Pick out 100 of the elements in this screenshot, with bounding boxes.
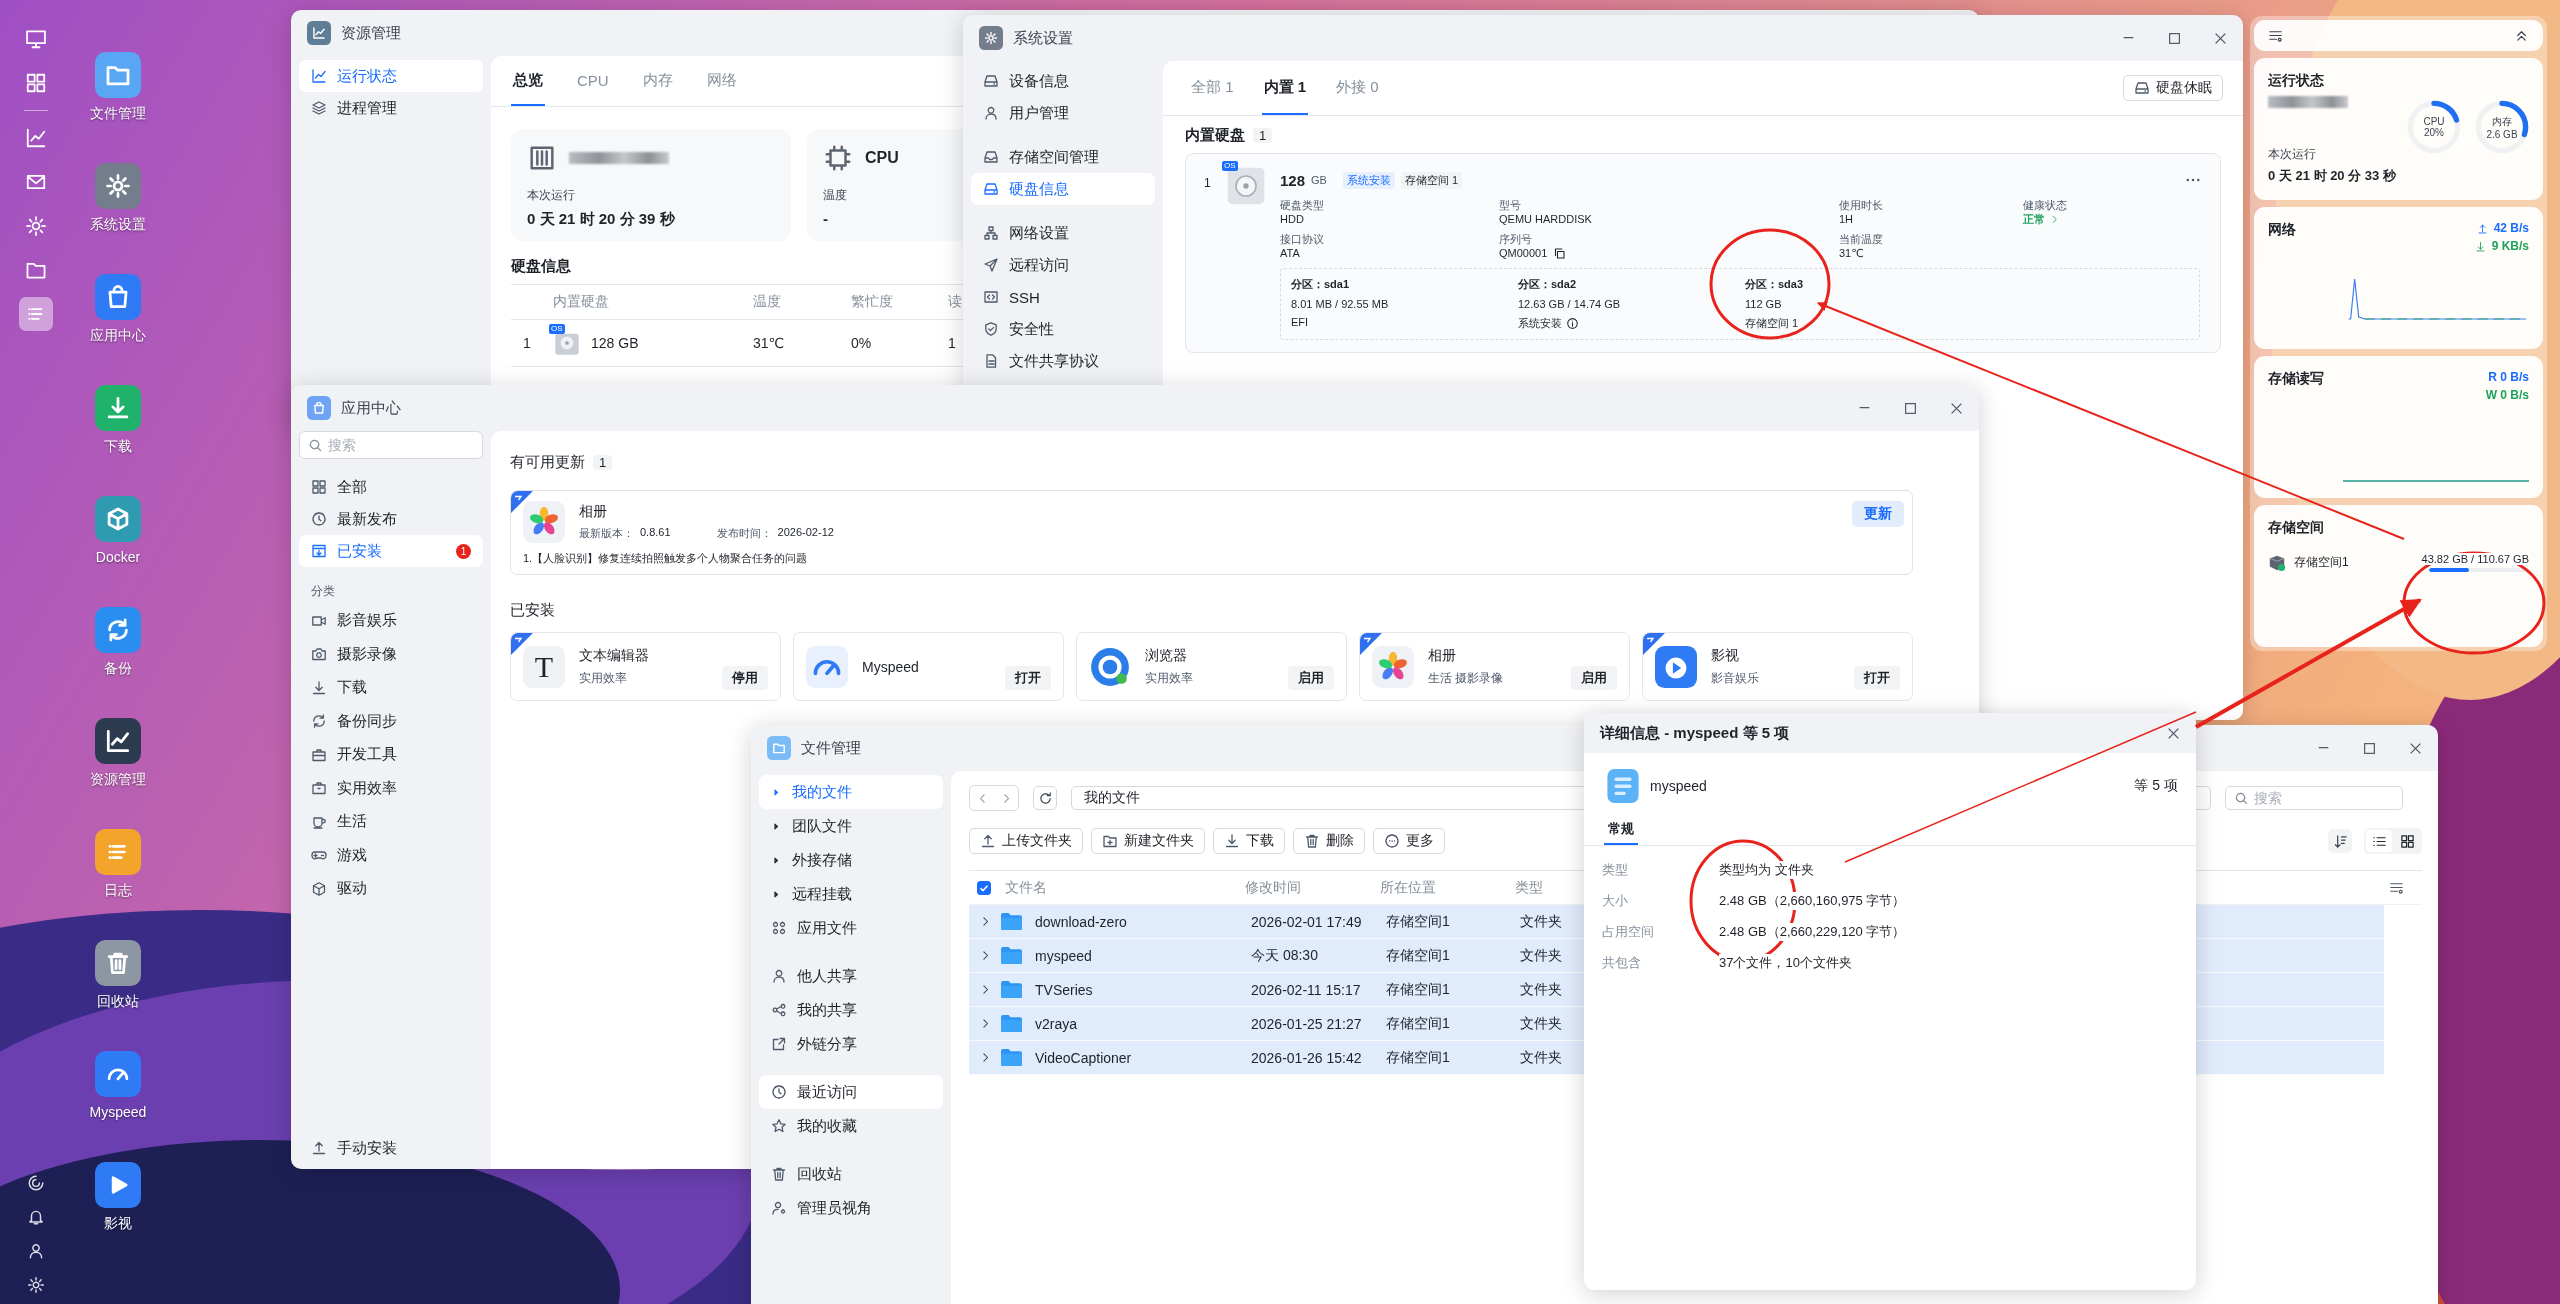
clock-icon xyxy=(311,511,327,527)
manual-install-button[interactable]: 手动安装 xyxy=(299,1131,483,1165)
desktop-shortcut[interactable]: 下载 xyxy=(70,385,166,496)
field-label: 健康状态 xyxy=(2023,198,2068,212)
sidebar-item[interactable]: SSH xyxy=(971,281,1155,313)
file-name: VideoCaptioner xyxy=(1035,1049,1133,1066)
toolbar-button[interactable]: 更多 xyxy=(1373,828,1445,854)
sidebar-item[interactable]: 摄影录像 xyxy=(299,637,483,671)
desktop-shortcut[interactable]: 回收站 xyxy=(70,940,166,1051)
sidebar-item[interactable]: 运行状态 xyxy=(299,60,483,92)
refresh-button[interactable] xyxy=(1033,786,1057,810)
toolbar-button[interactable]: 上传文件夹 xyxy=(969,828,1083,854)
sidebar-item[interactable]: 游戏 xyxy=(299,838,483,872)
sidebar-item[interactable]: 驱动 xyxy=(299,872,483,906)
toolbar-button[interactable]: 下载 xyxy=(1213,828,1285,854)
desktop-shortcut[interactable]: Myspeed xyxy=(70,1051,166,1162)
gear-icon[interactable] xyxy=(27,1276,45,1294)
temperature-value: - xyxy=(823,210,828,227)
column-settings-icon[interactable] xyxy=(2389,880,2404,895)
copy-icon[interactable] xyxy=(1553,246,1567,260)
app-action-button[interactable]: 停用 xyxy=(722,666,768,690)
app-category: 实用效率 xyxy=(579,669,628,687)
tab[interactable]: 常规 xyxy=(1604,815,1638,845)
field-value: 1H xyxy=(1839,212,1855,226)
sidebar-item[interactable]: 我的文件 xyxy=(759,775,943,809)
sidebar-item[interactable]: 我的共享 xyxy=(759,993,943,1027)
taskbar-button[interactable] xyxy=(19,297,53,331)
tab[interactable]: 总览 xyxy=(511,56,545,106)
partition-usage: 8.01 MB / 92.55 MB xyxy=(1291,298,1390,310)
shield-icon xyxy=(983,321,999,337)
collapse-icon[interactable] xyxy=(2514,28,2529,43)
sidebar-item[interactable]: 硬盘信息 xyxy=(971,173,1155,205)
disk-sleep-button[interactable]: 硬盘休眠 xyxy=(2123,75,2223,101)
sidebar-item[interactable]: 安全性 xyxy=(971,313,1155,345)
sidebar-item[interactable]: 最近访问 xyxy=(759,1075,943,1109)
field-label: 使用时长 xyxy=(1839,198,1884,212)
sidebar-item[interactable]: 用户管理 xyxy=(971,97,1155,129)
sidebar-item[interactable]: 生活 xyxy=(299,805,483,839)
sidebar-item[interactable]: 网络设置 xyxy=(971,217,1155,249)
app-action-button[interactable]: 打开 xyxy=(1854,666,1900,690)
maximize-icon xyxy=(2167,31,2181,45)
os-badge: OS xyxy=(1222,161,1238,171)
sidebar-item[interactable]: 影音娱乐 xyxy=(299,604,483,638)
external-share-icon xyxy=(771,1036,787,1052)
sidebar-item[interactable]: 全部 xyxy=(299,471,483,503)
widget-title: 存储读写 xyxy=(2268,370,2324,388)
table-cell: 文件夹 xyxy=(1520,912,1562,931)
sidebar-item[interactable]: 外接存储 xyxy=(759,843,943,877)
desktop-shortcut[interactable]: 系统设置 xyxy=(70,163,166,274)
sidebar-item[interactable]: 远程挂载 xyxy=(759,877,943,911)
sidebar-item[interactable]: 我的收藏 xyxy=(759,1109,943,1143)
app-action-button[interactable]: 启用 xyxy=(1571,666,1617,690)
update-button[interactable]: 更新 xyxy=(1852,501,1904,527)
sidebar-item[interactable]: 实用效率 xyxy=(299,771,483,805)
partition-name: 分区：sda1 xyxy=(1291,277,1351,292)
grid-icon xyxy=(2399,833,2415,849)
sidebar-item[interactable]: 最新发布 xyxy=(299,503,483,535)
filter-list-icon[interactable] xyxy=(2268,28,2283,43)
gauge-label: CPU xyxy=(2423,116,2445,127)
more-icon[interactable] xyxy=(2186,178,2200,182)
user-icon[interactable] xyxy=(27,1242,45,1260)
sidebar-item[interactable]: 远程访问 xyxy=(971,249,1155,281)
bell-icon[interactable] xyxy=(27,1208,45,1226)
desktop-shortcut[interactable]: 日志 xyxy=(70,829,166,940)
sidebar-item[interactable]: 设备信息 xyxy=(971,65,1155,97)
sidebar-item[interactable]: 备份同步 xyxy=(299,704,483,738)
tab[interactable]: 内置 1 xyxy=(1261,61,1309,115)
desktop-shortcut[interactable]: 资源管理 xyxy=(70,718,166,829)
app-action-button[interactable]: 启用 xyxy=(1288,666,1334,690)
sidebar-item[interactable]: 进程管理 xyxy=(299,92,483,124)
sidebar-item[interactable]: 文件共享协议 xyxy=(971,345,1155,377)
version-value: 0.8.61 xyxy=(640,526,671,540)
desktop-shortcut[interactable]: 影视 xyxy=(70,1162,166,1273)
sidebar-item[interactable]: 存储空间管理 xyxy=(971,141,1155,173)
desktop-shortcut[interactable]: 文件管理 xyxy=(70,52,166,163)
search-field[interactable]: 搜索 xyxy=(2225,786,2403,810)
flower-icon xyxy=(523,501,565,543)
list-view-button[interactable] xyxy=(2366,830,2392,852)
swirl-icon[interactable] xyxy=(27,1174,45,1192)
sidebar-item[interactable]: 开发工具 xyxy=(299,738,483,772)
sidebar-item[interactable]: 团队文件 xyxy=(759,809,943,843)
sidebar-item[interactable]: 他人共享 xyxy=(759,959,943,993)
toolbar-button[interactable]: 删除 xyxy=(1293,828,1365,854)
desktop-shortcut[interactable]: Docker xyxy=(70,496,166,607)
sidebar-item[interactable]: 已安装 1 xyxy=(299,535,483,567)
folder-icon xyxy=(95,52,141,98)
cube-icon xyxy=(95,496,141,542)
app-action-button[interactable]: 打开 xyxy=(1005,666,1051,690)
toolbar-button[interactable]: 新建文件夹 xyxy=(1091,828,1205,854)
search-field[interactable]: 搜索 xyxy=(299,431,483,459)
sidebar-item[interactable]: 应用文件 xyxy=(759,911,943,945)
sort-button[interactable] xyxy=(2328,829,2352,853)
desktop-shortcut[interactable]: 备份 xyxy=(70,607,166,718)
sidebar-item[interactable]: 管理员视角 xyxy=(759,1191,943,1225)
sidebar-item[interactable]: 外链分享 xyxy=(759,1027,943,1061)
app-name: 相册 xyxy=(579,503,608,521)
sidebar-item[interactable]: 下载 xyxy=(299,671,483,705)
sidebar-item[interactable]: 回收站 xyxy=(759,1157,943,1191)
select-all-checkbox[interactable] xyxy=(977,880,991,895)
desktop-shortcut[interactable]: 应用中心 xyxy=(70,274,166,385)
